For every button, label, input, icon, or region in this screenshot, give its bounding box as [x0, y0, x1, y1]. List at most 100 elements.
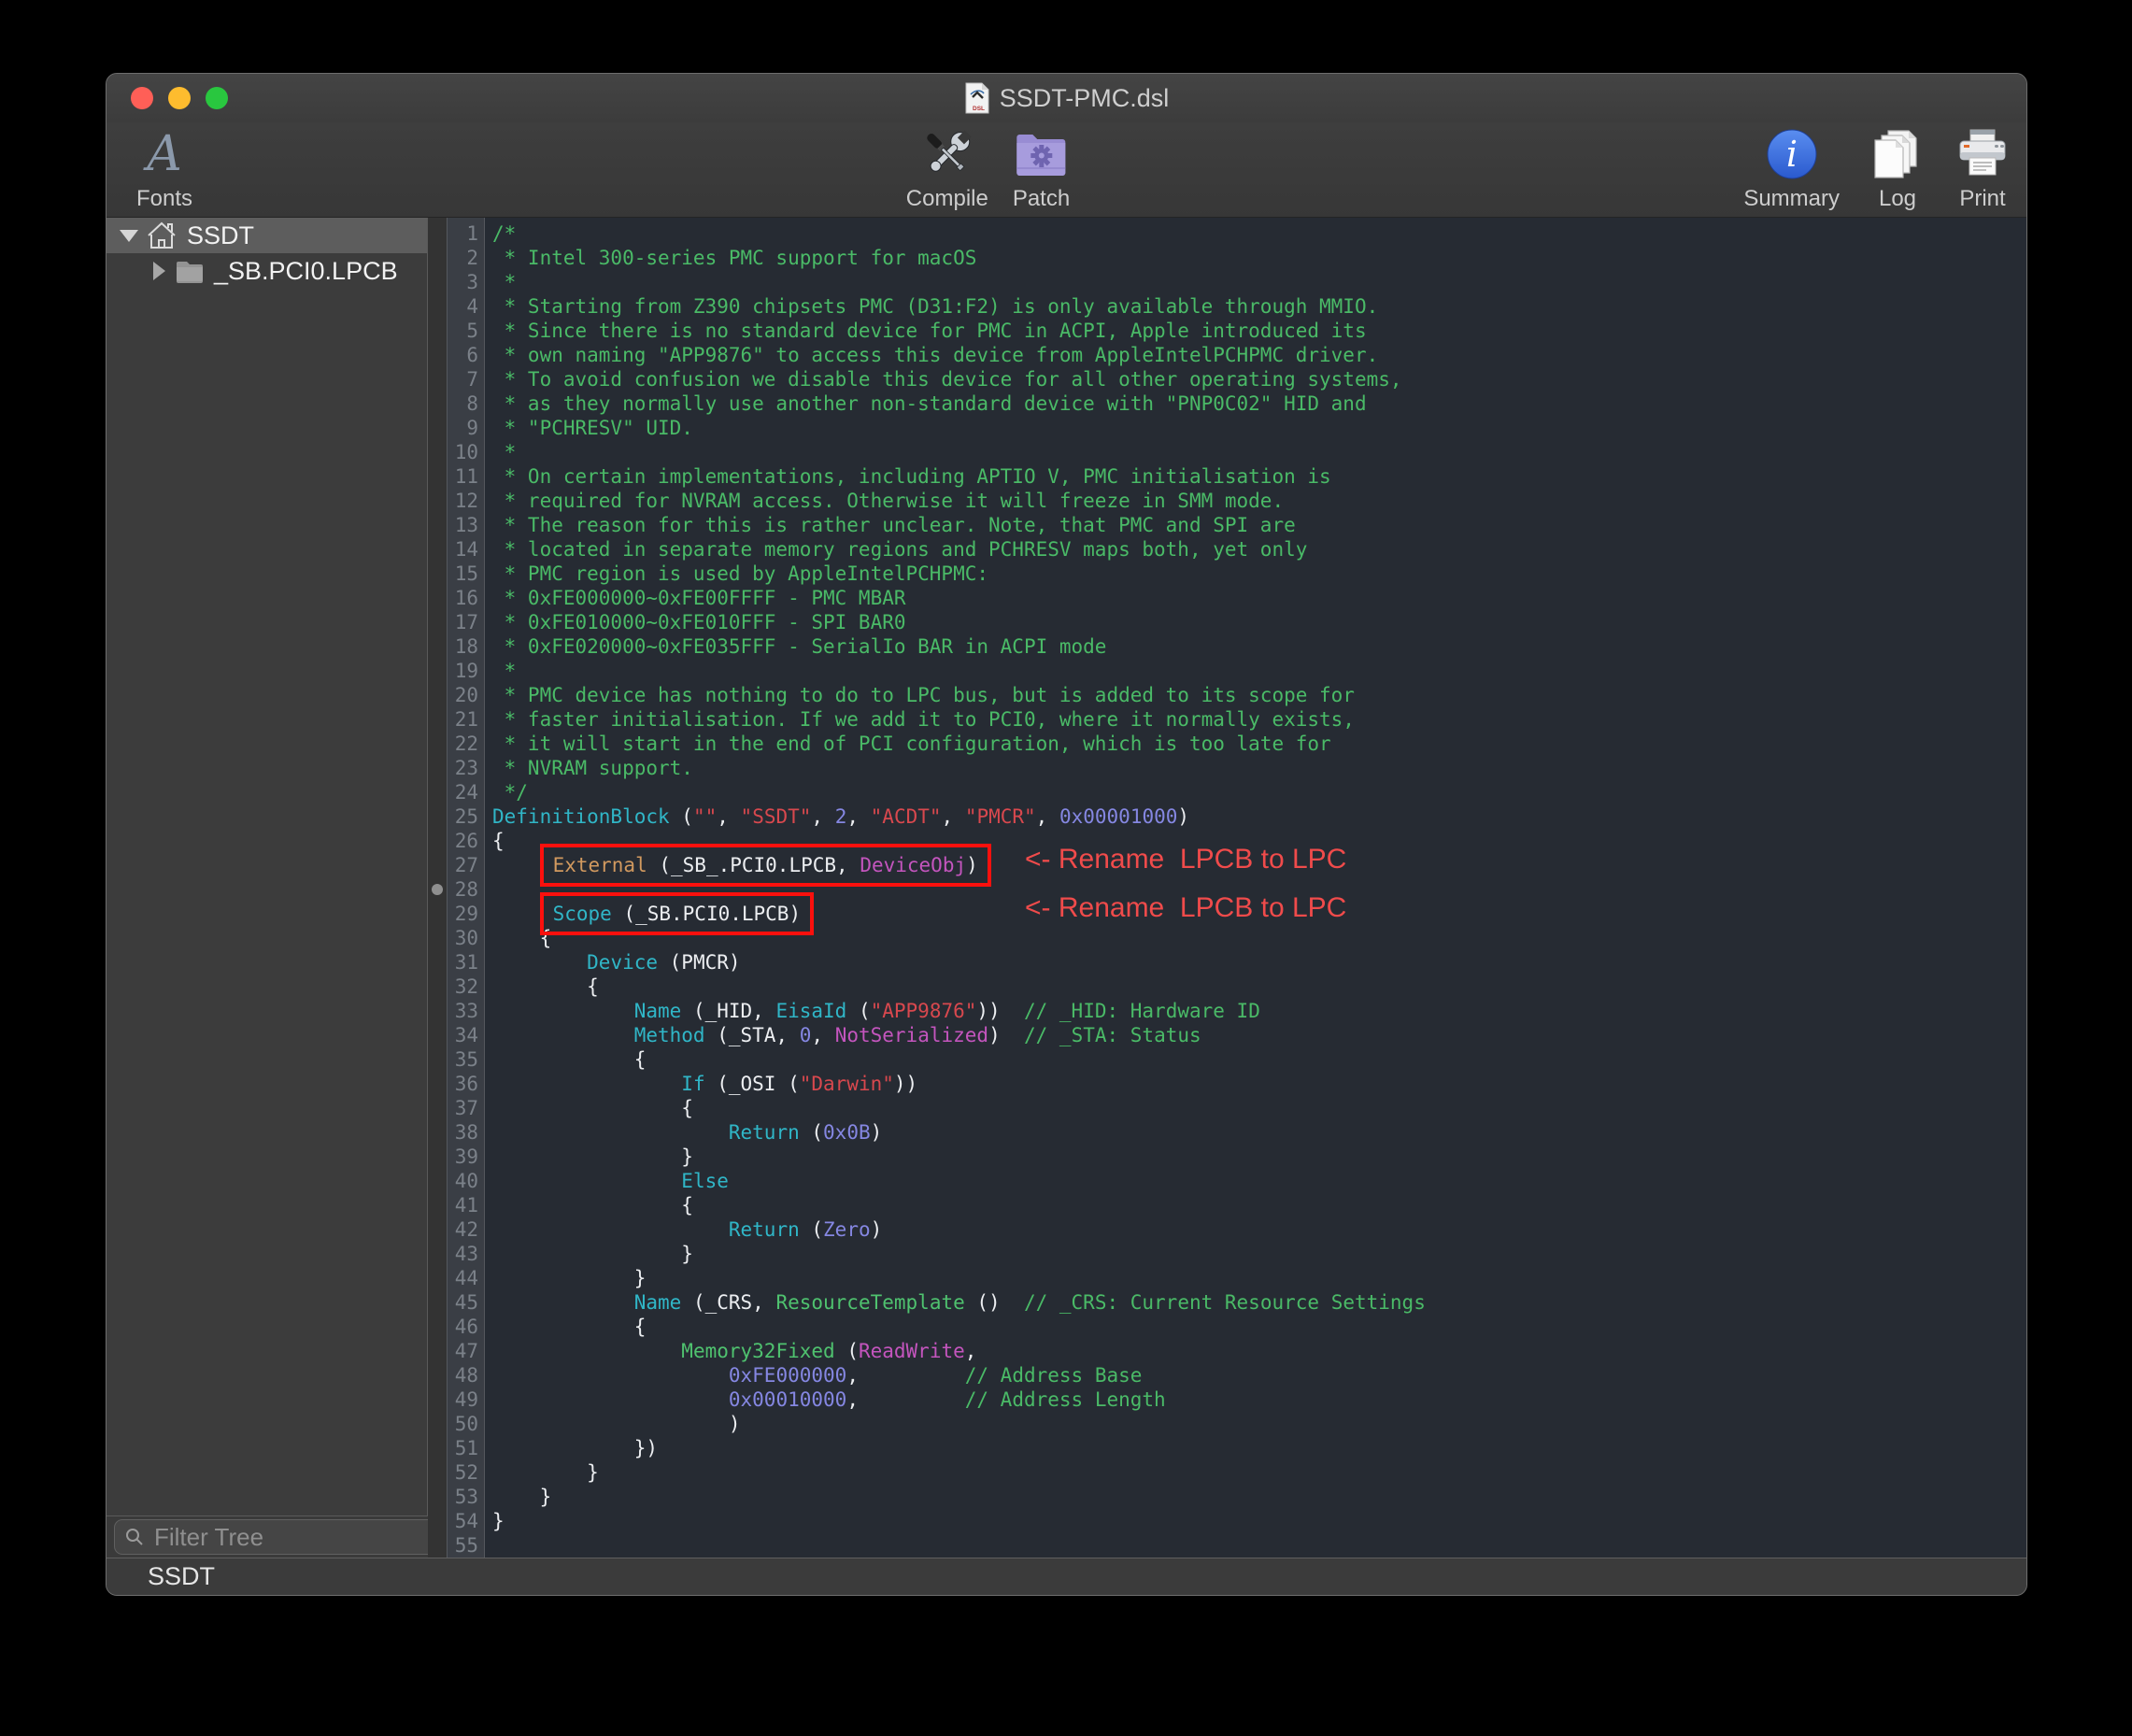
code-token: * Intel 300-series PMC support for macOS [492, 247, 976, 269]
line-number: 3 [448, 270, 485, 294]
window-title: SSDT-PMC.dsl [1000, 84, 1170, 113]
fonts-button[interactable]: A Fonts [136, 125, 192, 217]
filter-tree-field[interactable] [114, 1519, 479, 1555]
patch-button[interactable]: Patch [1013, 125, 1070, 217]
code-line: 54} [428, 1509, 2026, 1533]
log-button[interactable]: Log [1871, 125, 1924, 217]
code-token: { [492, 1316, 646, 1338]
tree-row-ssdt[interactable]: SSDT [107, 218, 427, 253]
code-token: * PMC region is used by AppleIntelPCHPMC… [492, 562, 988, 585]
code-token: "" [693, 805, 717, 828]
line-number: 16 [448, 586, 485, 610]
code-token: * NVRAM support. [492, 757, 693, 779]
code-token: Zero [823, 1218, 871, 1241]
code-token: Device [587, 951, 658, 974]
code-line: 40 Else [428, 1169, 2026, 1193]
compile-button[interactable]: Compile [906, 125, 988, 217]
titlebar[interactable]: DSL SSDT-PMC.dsl [107, 74, 2026, 122]
gutter-marker-cell [428, 1509, 448, 1533]
gutter-marker-cell [428, 1242, 448, 1266]
document-proxy-icon[interactable]: DSL [964, 82, 990, 114]
code-line: 14 * located in separate memory regions … [428, 537, 2026, 562]
code-text: } [485, 1460, 2026, 1485]
line-marker-dot [432, 884, 443, 895]
code-text: } [485, 1266, 2026, 1290]
gutter-marker-cell [428, 1387, 448, 1412]
compile-label: Compile [906, 187, 988, 211]
line-number: 50 [448, 1412, 485, 1436]
code-text: * PMC device has nothing to do to LPC bu… [485, 683, 2026, 707]
code-token: * own naming "APP9876" to access this de… [492, 344, 1378, 366]
acpi-tree[interactable]: SSDT _SB.PCI0.LPCB [107, 218, 428, 1516]
code-token: "APP9876" [871, 1000, 977, 1022]
code-line: 37 { [428, 1096, 2026, 1120]
gutter-marker-cell [428, 1047, 448, 1072]
code-line: 53 } [428, 1485, 2026, 1509]
line-number: 34 [448, 1023, 485, 1047]
code-token: * Since there is no standard device for … [492, 320, 1367, 342]
code-token: () [965, 1291, 1024, 1314]
gutter-marker-cell [428, 877, 448, 902]
code-line: 43 } [428, 1242, 2026, 1266]
summary-button[interactable]: i Summary [1743, 125, 1840, 217]
code-token: , [942, 805, 965, 828]
print-button[interactable]: Print [1955, 125, 2010, 217]
code-line: 52 } [428, 1460, 2026, 1485]
code-token: } [492, 1243, 693, 1265]
code-token: { [492, 975, 599, 998]
code-line: 42 Return (Zero) [428, 1217, 2026, 1242]
code-token: * 0xFE020000~0xFE035FFF - SerialIo BAR i… [492, 635, 1106, 658]
code-token: * [492, 441, 516, 463]
code-text: * Starting from Z390 chipsets PMC (D31:F… [485, 294, 2026, 319]
print-label: Print [1959, 187, 2005, 211]
line-number: 11 [448, 464, 485, 489]
minimize-button[interactable] [168, 87, 191, 109]
code-text: * "PCHRESV" UID. [485, 416, 2026, 440]
code-text: Name (_CRS, ResourceTemplate () // _CRS:… [485, 1290, 2026, 1315]
maciasl-window: DSL SSDT-PMC.dsl A Fonts [106, 73, 2027, 1596]
gutter-marker-cell [428, 343, 448, 367]
line-number: 54 [448, 1509, 485, 1533]
line-number: 38 [448, 1120, 485, 1145]
gutter-marker-cell [428, 319, 448, 343]
code-token: { [492, 1194, 693, 1217]
line-number: 17 [448, 610, 485, 634]
line-number: 53 [448, 1485, 485, 1509]
code-token: * as they normally use another non-stand… [492, 392, 1367, 415]
code-token: * 0xFE000000~0xFE00FFFF - PMC MBAR [492, 587, 906, 609]
gutter-marker-cell [428, 586, 448, 610]
filter-tree-input[interactable] [152, 1522, 469, 1553]
gutter-marker-cell [428, 780, 448, 804]
close-button[interactable] [131, 87, 153, 109]
gutter-marker-cell [428, 270, 448, 294]
code-line: 32 { [428, 975, 2026, 999]
code-line: 24 */ [428, 780, 2026, 804]
code-token: ( [800, 1121, 823, 1144]
code-token: * 0xFE010000~0xFE010FFF - SPI BAR0 [492, 611, 906, 633]
code-token: // Address Length [965, 1388, 1166, 1411]
code-token: DeviceObj [860, 854, 966, 876]
zoom-button[interactable] [206, 87, 228, 109]
code-token: Return [729, 1121, 800, 1144]
gutter-marker-cell [428, 1266, 448, 1290]
code-token: "Darwin" [800, 1073, 894, 1095]
code-token: If [681, 1073, 704, 1095]
code-token: * To avoid confusion we disable this dev… [492, 368, 1402, 391]
gutter-marker-cell [428, 1169, 448, 1193]
tree-row-sb-pci0-lpcb[interactable]: _SB.PCI0.LPCB [107, 253, 427, 289]
code-line: 55 [428, 1533, 2026, 1558]
disclosure-closed-icon[interactable] [153, 262, 165, 280]
line-number: 10 [448, 440, 485, 464]
red-highlight-box: Scope (_SB.PCI0.LPCB) [540, 892, 815, 935]
code-line: 38 Return (0x0B) [428, 1120, 2026, 1145]
disclosure-open-icon[interactable] [120, 230, 138, 242]
code-token: // _HID: Hardware ID [1024, 1000, 1260, 1022]
line-number: 27 [448, 853, 485, 877]
code-token: } [492, 1267, 646, 1289]
code-token: * PMC device has nothing to do to LPC bu… [492, 684, 1355, 706]
code-token: (_SB.PCI0.LPCB) [623, 903, 801, 925]
code-editor[interactable]: 1/*2 * Intel 300-series PMC support for … [428, 218, 2026, 1558]
code-line: 31 Device (PMCR) [428, 950, 2026, 975]
gutter-marker-cell [428, 1217, 448, 1242]
code-token: Name [634, 1291, 682, 1314]
